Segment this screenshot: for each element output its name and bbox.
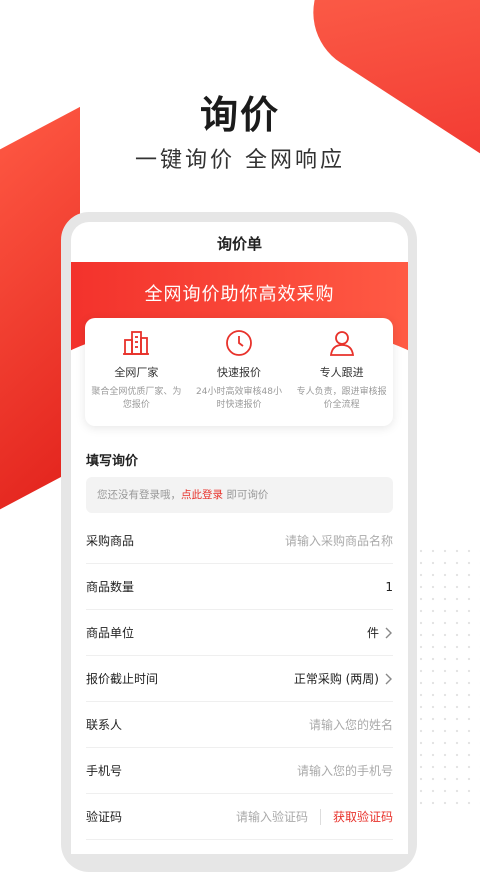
chevron-right-icon (385, 627, 392, 638)
building-icon (123, 331, 150, 355)
feature-fast-quote: 快速报价 24小时高效审核48小时快速报价 (188, 318, 291, 426)
phone-label: 手机号 (86, 764, 123, 778)
feature-all-factories: 全网厂家 聚合全网优质厂家、为您报价 (85, 318, 188, 426)
hero-subtitle: 一键询价 全网响应 (135, 148, 345, 173)
inquiry-form: 采购商品 请输入采购商品名称 商品数量 1 商品单位 件 报价截止时间 正常采购… (86, 518, 393, 840)
code-label: 验证码 (86, 810, 123, 824)
login-notice-text: 您还没有登录哦， (97, 489, 181, 501)
person-icon (329, 331, 354, 356)
login-link[interactable]: 点此登录 (181, 489, 223, 501)
deadline-value: 正常采购 (两周) (293, 672, 379, 686)
section-title: 填写询价 (86, 454, 139, 469)
feature-dedicated-followup: 专人跟进 专人负责，跟进审核报价全流程 (290, 318, 393, 426)
chevron-right-icon (385, 673, 392, 684)
feature-title: 全网厂家 (114, 366, 159, 379)
login-notice-suffix: 即可询价 (223, 489, 269, 501)
feature-desc: 24小时高效审核48小时快速报价 (196, 387, 282, 410)
product-label: 采购商品 (86, 534, 135, 548)
form-row-product: 采购商品 请输入采购商品名称 (86, 518, 393, 564)
get-code-button[interactable]: 获取验证码 (333, 808, 393, 825)
contact-input[interactable]: 请输入您的姓名 (309, 716, 393, 733)
unit-label: 商品单位 (86, 626, 135, 640)
code-input[interactable]: 请输入验证码 (236, 808, 308, 825)
screen-title: 询价单 (216, 235, 262, 253)
form-row-code: 验证码 请输入验证码 获取验证码 (86, 794, 393, 840)
inquiry-screen: 询价单 全网询价助你高效采购 全网厂家 聚合全网优质厂家、为您报价 快速报价 2… (71, 222, 408, 854)
feature-card: 全网厂家 聚合全网优质厂家、为您报价 快速报价 24小时高效审核48小时快速报价… (85, 318, 393, 426)
unit-select[interactable]: 件 (367, 624, 393, 641)
code-group: 请输入验证码 获取验证码 (236, 808, 393, 825)
product-input[interactable]: 请输入采购商品名称 (285, 532, 393, 549)
hero-title: 询价 (199, 93, 280, 137)
deadline-select[interactable]: 正常采购 (两周) (294, 670, 393, 687)
feature-desc: 专人负责，跟进审核报价全流程 (296, 387, 387, 410)
clock-icon (226, 330, 252, 356)
form-row-contact: 联系人 请输入您的姓名 (86, 702, 393, 748)
quantity-label: 商品数量 (86, 580, 135, 594)
form-row-phone: 手机号 请输入您的手机号 (86, 748, 393, 794)
form-row-deadline[interactable]: 报价截止时间 正常采购 (两周) (86, 656, 393, 702)
feature-title: 快速报价 (217, 366, 261, 379)
feature-title: 专人跟进 (319, 366, 364, 379)
quantity-input[interactable]: 1 (385, 580, 393, 594)
divider (319, 808, 321, 825)
form-row-unit[interactable]: 商品单位 件 (86, 610, 393, 656)
phone-input[interactable]: 请输入您的手机号 (297, 762, 393, 779)
feature-desc: 聚合全网优质厂家、为您报价 (91, 387, 182, 410)
unit-value: 件 (366, 626, 379, 640)
form-row-quantity: 商品数量 1 (86, 564, 393, 610)
decor-dot-grid (415, 545, 480, 805)
banner-text: 全网询价助你高效采购 (144, 284, 335, 305)
login-notice: 您还没有登录哦，点此登录 即可询价 (86, 477, 393, 513)
deadline-label: 报价截止时间 (86, 672, 159, 686)
contact-label: 联系人 (86, 718, 123, 732)
